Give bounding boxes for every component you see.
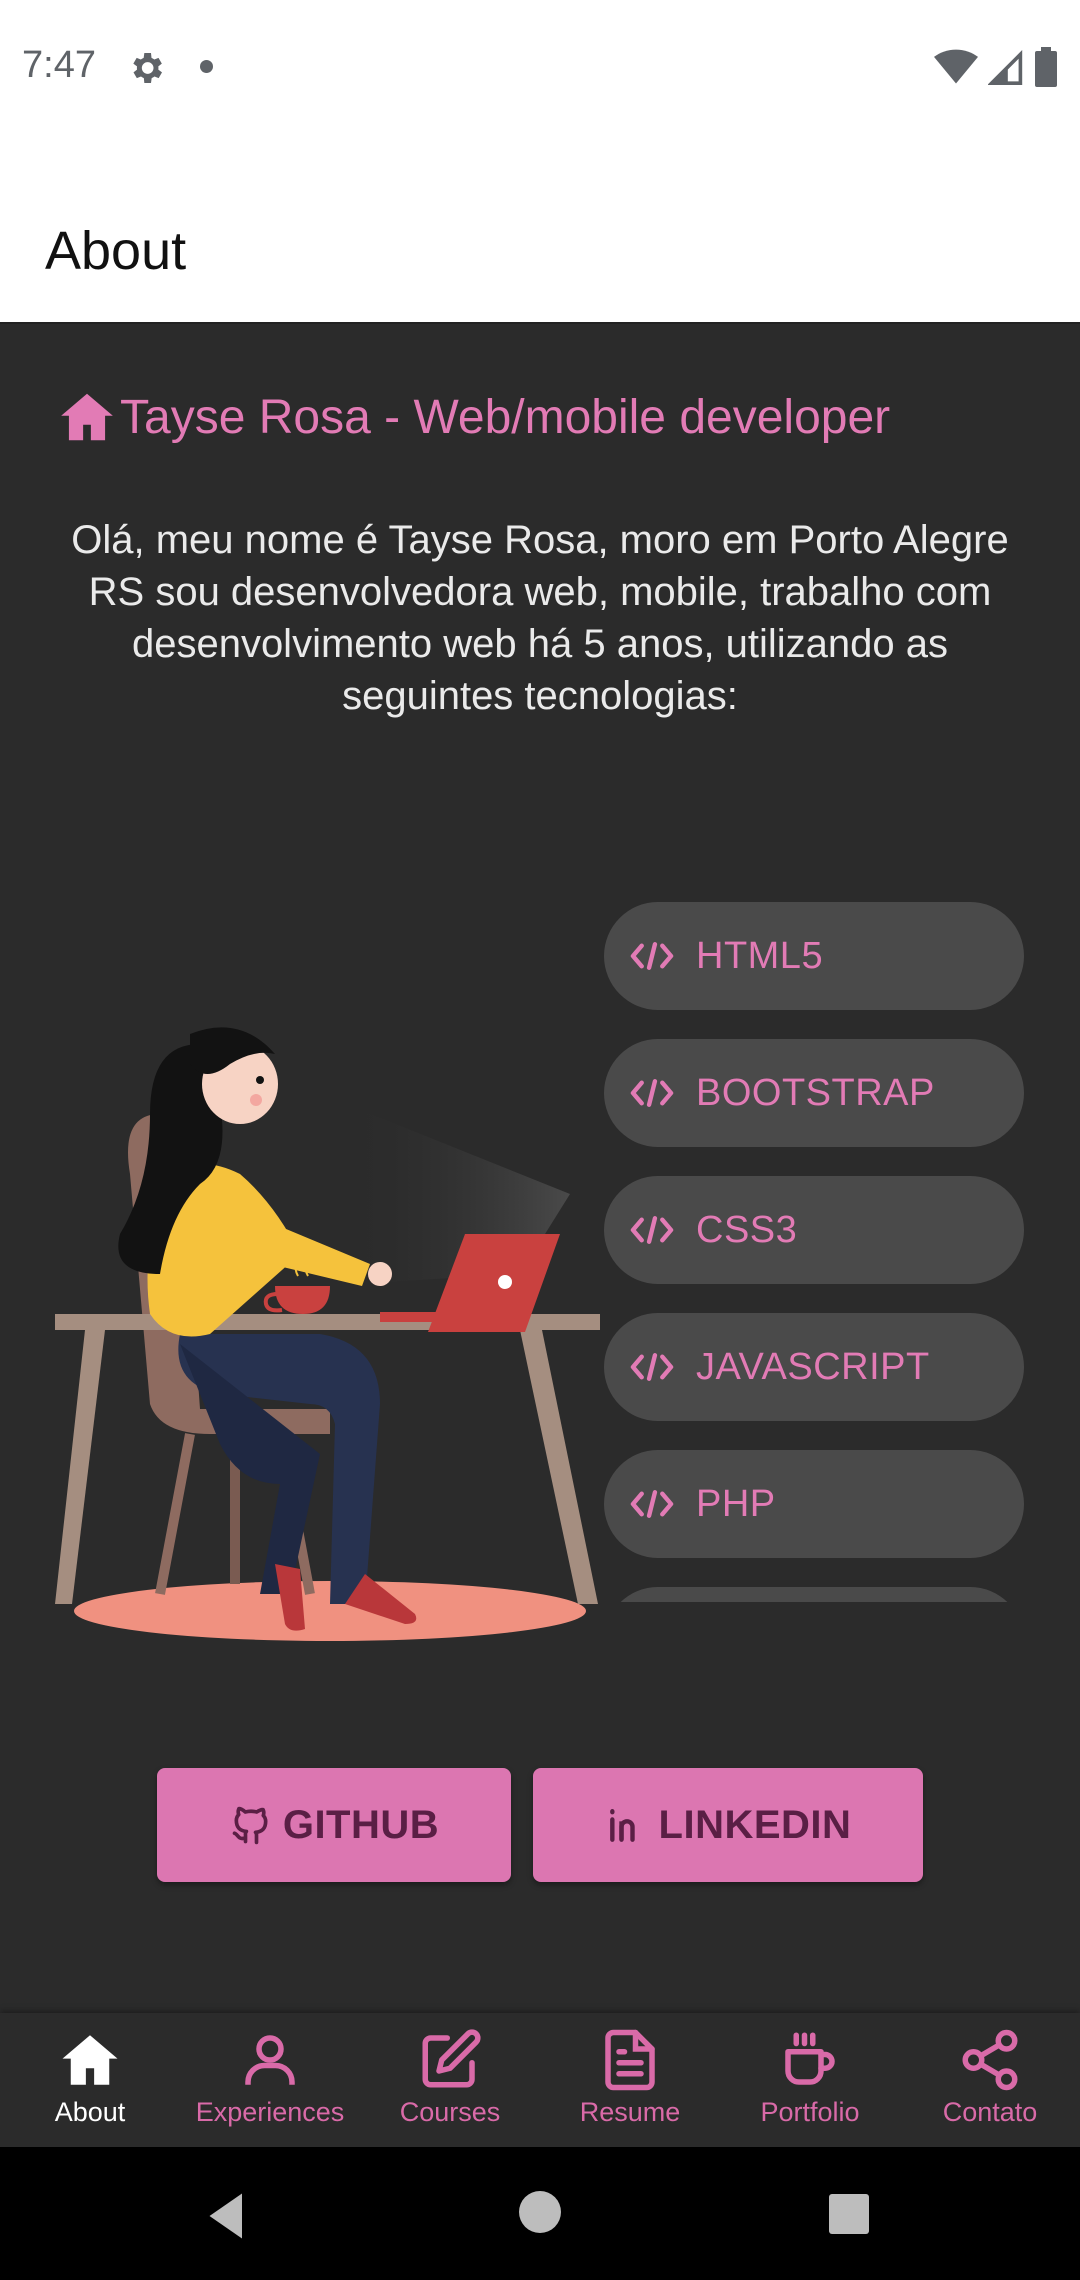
app-bar: About xyxy=(0,132,1080,324)
coffee-icon xyxy=(785,2032,835,2085)
code-icon xyxy=(630,1353,674,1381)
home-icon xyxy=(62,2035,118,2085)
wifi-icon xyxy=(934,49,978,84)
status-icons xyxy=(934,46,1058,88)
linkedin-button[interactable]: LINKEDIN xyxy=(533,1768,923,1882)
back-icon[interactable] xyxy=(202,2191,252,2241)
person-icon xyxy=(245,2035,295,2085)
battery-icon xyxy=(1035,47,1057,87)
code-icon xyxy=(630,1216,674,1244)
nav-item-resume[interactable]: Resume xyxy=(540,2013,720,2147)
status-bar: 7:47 xyxy=(0,0,1080,132)
skill-label: BOOTSTRAP xyxy=(696,1071,935,1114)
bottom-navigation: About Experiences Courses Resume Portfol… xyxy=(0,2013,1080,2147)
signal-icon xyxy=(988,50,1023,85)
code-icon xyxy=(630,1490,674,1518)
nav-item-about[interactable]: About xyxy=(0,2013,180,2147)
skill-chip-bootstrap[interactable]: BOOTSTRAP xyxy=(604,1039,1024,1147)
linkedin-icon xyxy=(609,1809,635,1842)
nav-item-experiences[interactable]: Experiences xyxy=(180,2013,360,2147)
skills-list[interactable]: HTML5 BOOTSTRAP CSS3 JAVASCRIPT PHP xyxy=(604,902,1026,1602)
status-time: 7:47 xyxy=(22,44,96,86)
github-button[interactable]: GITHUB xyxy=(157,1768,511,1882)
github-icon xyxy=(232,1806,268,1845)
nav-item-courses[interactable]: Courses xyxy=(360,2013,540,2147)
skill-label: JAVASCRIPT xyxy=(696,1345,930,1388)
skill-chip-partial[interactable] xyxy=(604,1587,1024,1602)
skill-chip-html5[interactable]: HTML5 xyxy=(604,902,1024,1010)
nav-label: Experiences xyxy=(195,2097,345,2127)
main-content: Tayse Rosa - Web/mobile developer Olá, m… xyxy=(0,324,1080,2013)
github-button-label: GITHUB xyxy=(282,1802,440,1847)
recents-button[interactable] xyxy=(829,2194,869,2234)
linkedin-button-label: LINKEDIN xyxy=(658,1802,852,1847)
skill-label: PHP xyxy=(696,1482,776,1525)
share-icon xyxy=(962,2029,1018,2091)
skill-chip-javascript[interactable]: JAVASCRIPT xyxy=(604,1313,1024,1421)
edit-icon xyxy=(422,2029,481,2088)
skill-chip-php[interactable]: PHP xyxy=(604,1450,1024,1558)
intro-text: Olá, meu nome é Tayse Rosa, moro em Port… xyxy=(71,518,1009,718)
developer-illustration xyxy=(55,1027,600,1641)
code-icon xyxy=(630,942,674,970)
nav-label: Resume xyxy=(579,2097,681,2127)
nav-item-portfolio[interactable]: Portfolio xyxy=(720,2013,900,2147)
system-navigation-bar xyxy=(0,2147,1080,2280)
home-button[interactable] xyxy=(519,2191,561,2233)
profile-heading: Tayse Rosa - Web/mobile developer xyxy=(56,386,890,448)
page-title: About xyxy=(45,221,187,281)
nav-label: About xyxy=(54,2097,126,2127)
document-icon xyxy=(605,2029,655,2091)
skill-label: HTML5 xyxy=(696,934,824,977)
nav-item-contato[interactable]: Contato xyxy=(900,2013,1080,2147)
code-icon xyxy=(630,1079,674,1107)
gear-icon xyxy=(133,53,162,83)
skill-label: CSS3 xyxy=(696,1208,798,1251)
nav-label: Courses xyxy=(399,2097,501,2127)
notification-dot xyxy=(200,60,213,73)
home-icon xyxy=(61,393,113,441)
skill-chip-css3[interactable]: CSS3 xyxy=(604,1176,1024,1284)
nav-label: Portfolio xyxy=(760,2097,860,2127)
nav-label: Contato xyxy=(942,2097,1038,2127)
heading-title: Tayse Rosa - Web/mobile developer xyxy=(120,390,891,444)
